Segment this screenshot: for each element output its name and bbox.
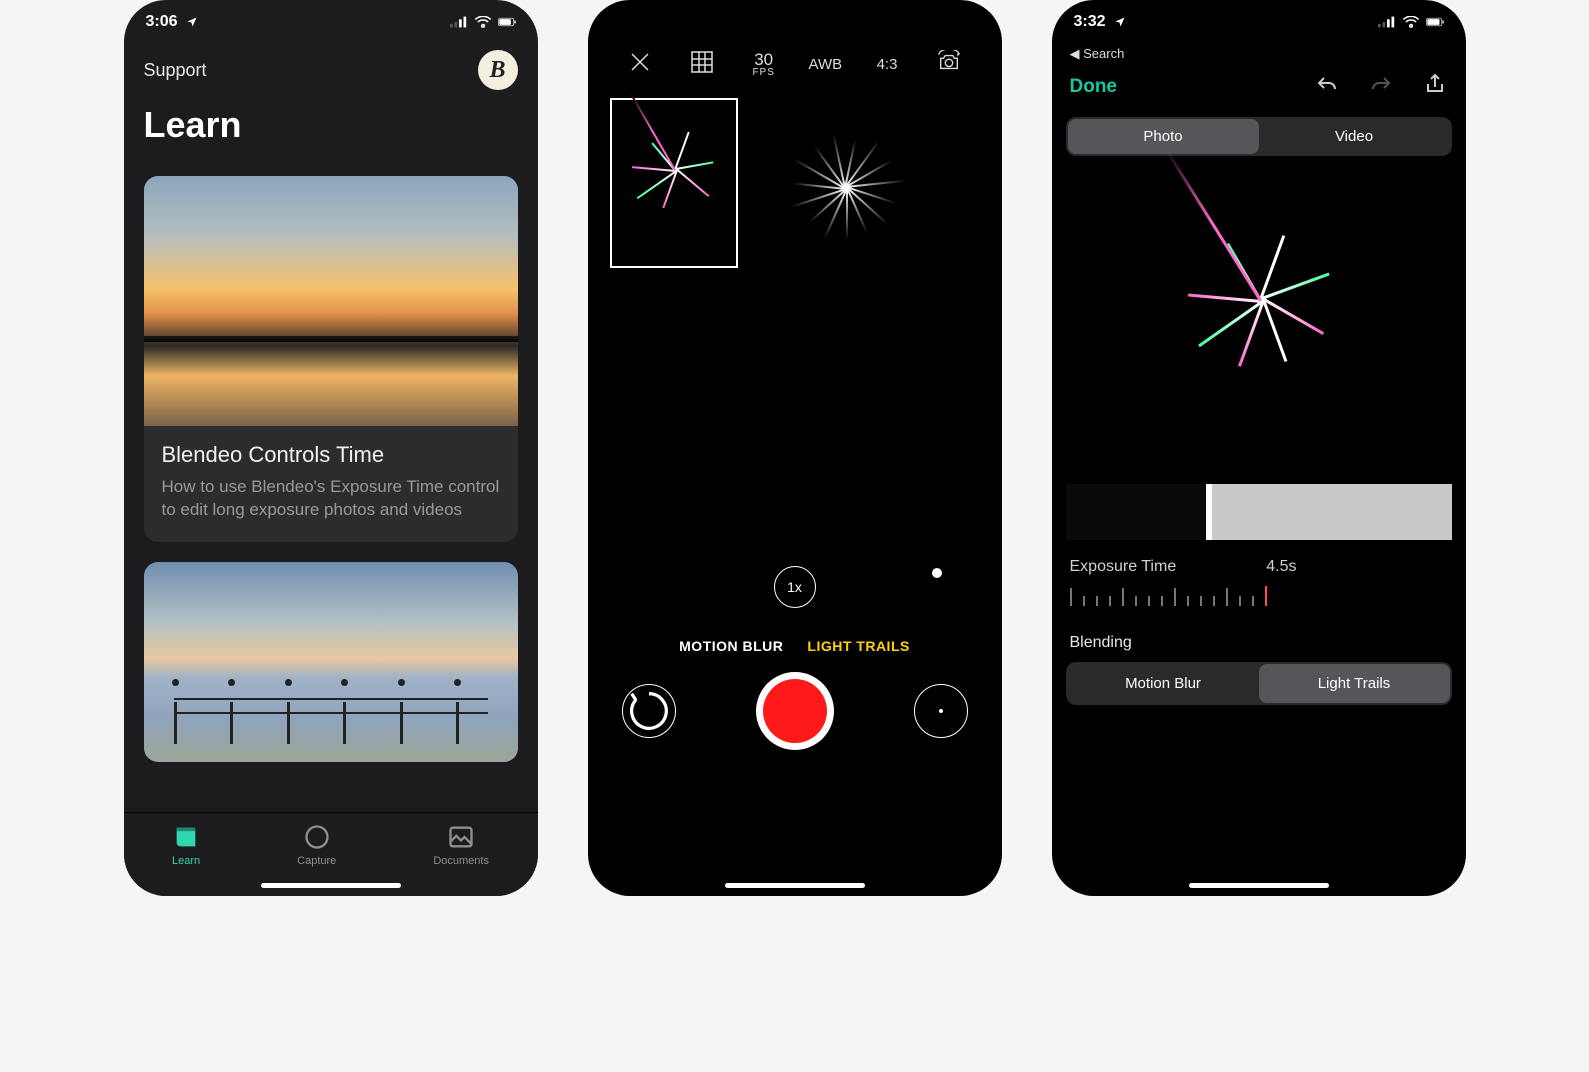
share-button[interactable] (1422, 72, 1448, 101)
undo-button[interactable] (1314, 72, 1340, 101)
home-indicator[interactable] (1189, 883, 1329, 888)
shutter-inner (763, 679, 827, 743)
edit-screen: 3:32 ◀ Search Done Photo Video (1052, 0, 1466, 896)
timeline-left (1066, 484, 1206, 540)
avatar[interactable]: B (478, 50, 518, 90)
exposure-marker[interactable] (1265, 586, 1267, 606)
zoom-button[interactable]: 1x (774, 566, 816, 608)
seg-video[interactable]: Video (1259, 119, 1450, 154)
share-icon (1422, 72, 1448, 96)
exposure-label: Exposure Time (1070, 558, 1177, 576)
mode-light-trails[interactable]: LIGHT TRAILS (807, 638, 909, 654)
output-segmented: Photo Video (1066, 117, 1452, 156)
location-arrow-icon (1111, 16, 1129, 28)
status-time: 3:32 (1074, 13, 1106, 31)
flip-camera-button[interactable] (918, 50, 980, 78)
status-right-icons (450, 16, 516, 28)
blend-motion-blur[interactable]: Motion Blur (1068, 664, 1259, 703)
card-image-sunset (144, 176, 518, 426)
learn-card-2[interactable] (144, 562, 518, 762)
card-title: Blendeo Controls Time (162, 442, 500, 468)
cellular-icon (1378, 16, 1396, 28)
cellular-icon (450, 16, 468, 28)
viewfinder[interactable]: 1x (588, 98, 1002, 618)
image-icon (447, 823, 475, 851)
blend-light-trails[interactable]: Light Trails (1259, 664, 1450, 703)
mode-motion-blur[interactable]: MOTION BLUR (679, 638, 783, 654)
edit-preview[interactable] (1052, 170, 1466, 470)
wifi-icon (1402, 16, 1420, 28)
exposure-value: 4.5s (1266, 558, 1296, 576)
grid-icon (690, 50, 714, 74)
card-image-seascape (144, 562, 518, 762)
undo-icon (1314, 72, 1340, 96)
status-right-icons (1378, 16, 1444, 28)
page-title: Learn (144, 104, 518, 146)
circle-icon (303, 823, 331, 851)
flip-camera-icon (937, 50, 961, 74)
home-indicator[interactable] (725, 883, 865, 888)
timeline-right (1212, 484, 1452, 540)
wifi-icon (474, 16, 492, 28)
capture-modes: MOTION BLUR LIGHT TRAILS (588, 638, 1002, 654)
tab-learn[interactable]: Learn (172, 823, 200, 896)
done-button[interactable]: Done (1070, 76, 1118, 98)
blending-label: Blending (1052, 612, 1466, 662)
battery-icon (498, 16, 516, 28)
support-link[interactable]: Support (144, 60, 207, 81)
close-icon (628, 50, 652, 74)
focus-button[interactable] (914, 684, 968, 738)
back-to-search[interactable]: ◀ Search (1052, 46, 1466, 62)
status-time: 3:06 (146, 13, 178, 31)
status-bar: 3:06 (124, 0, 538, 44)
location-arrow-icon (183, 16, 201, 28)
timer-button[interactable] (622, 684, 676, 738)
status-bar: 3:32 (1052, 0, 1466, 44)
fps-button[interactable]: 30 FPS (733, 51, 795, 78)
home-indicator[interactable] (261, 883, 401, 888)
book-icon (172, 823, 200, 851)
redo-button[interactable] (1368, 72, 1394, 101)
moon-reflection (932, 568, 942, 578)
redo-icon (1368, 72, 1394, 96)
blending-segmented: Motion Blur Light Trails (1066, 662, 1452, 705)
timeline-scrubber[interactable] (1052, 484, 1466, 540)
capture-screen: 30 FPS AWB 4:3 (588, 0, 1002, 896)
card-description: How to use Blendeo's Exposure Time contr… (162, 476, 500, 522)
awb-button[interactable]: AWB (795, 56, 857, 73)
camera-bottom-controls (588, 654, 1002, 750)
camera-top-controls: 30 FPS AWB 4:3 (588, 30, 1002, 88)
tab-documents[interactable]: Documents (433, 823, 489, 896)
aspect-button[interactable]: 4:3 (856, 56, 918, 73)
shutter-button[interactable] (756, 672, 834, 750)
learn-screen: 3:06 Support B Learn Blendeo Controls Ti… (124, 0, 538, 896)
exposure-slider[interactable] (1070, 586, 1448, 606)
close-button[interactable] (610, 50, 672, 78)
timer-icon (623, 685, 675, 737)
battery-icon (1426, 16, 1444, 28)
thumbnail-preview[interactable] (610, 98, 738, 268)
learn-card-1[interactable]: Blendeo Controls Time How to use Blendeo… (144, 176, 518, 542)
dot-icon (939, 709, 943, 713)
grid-button[interactable] (671, 50, 733, 78)
